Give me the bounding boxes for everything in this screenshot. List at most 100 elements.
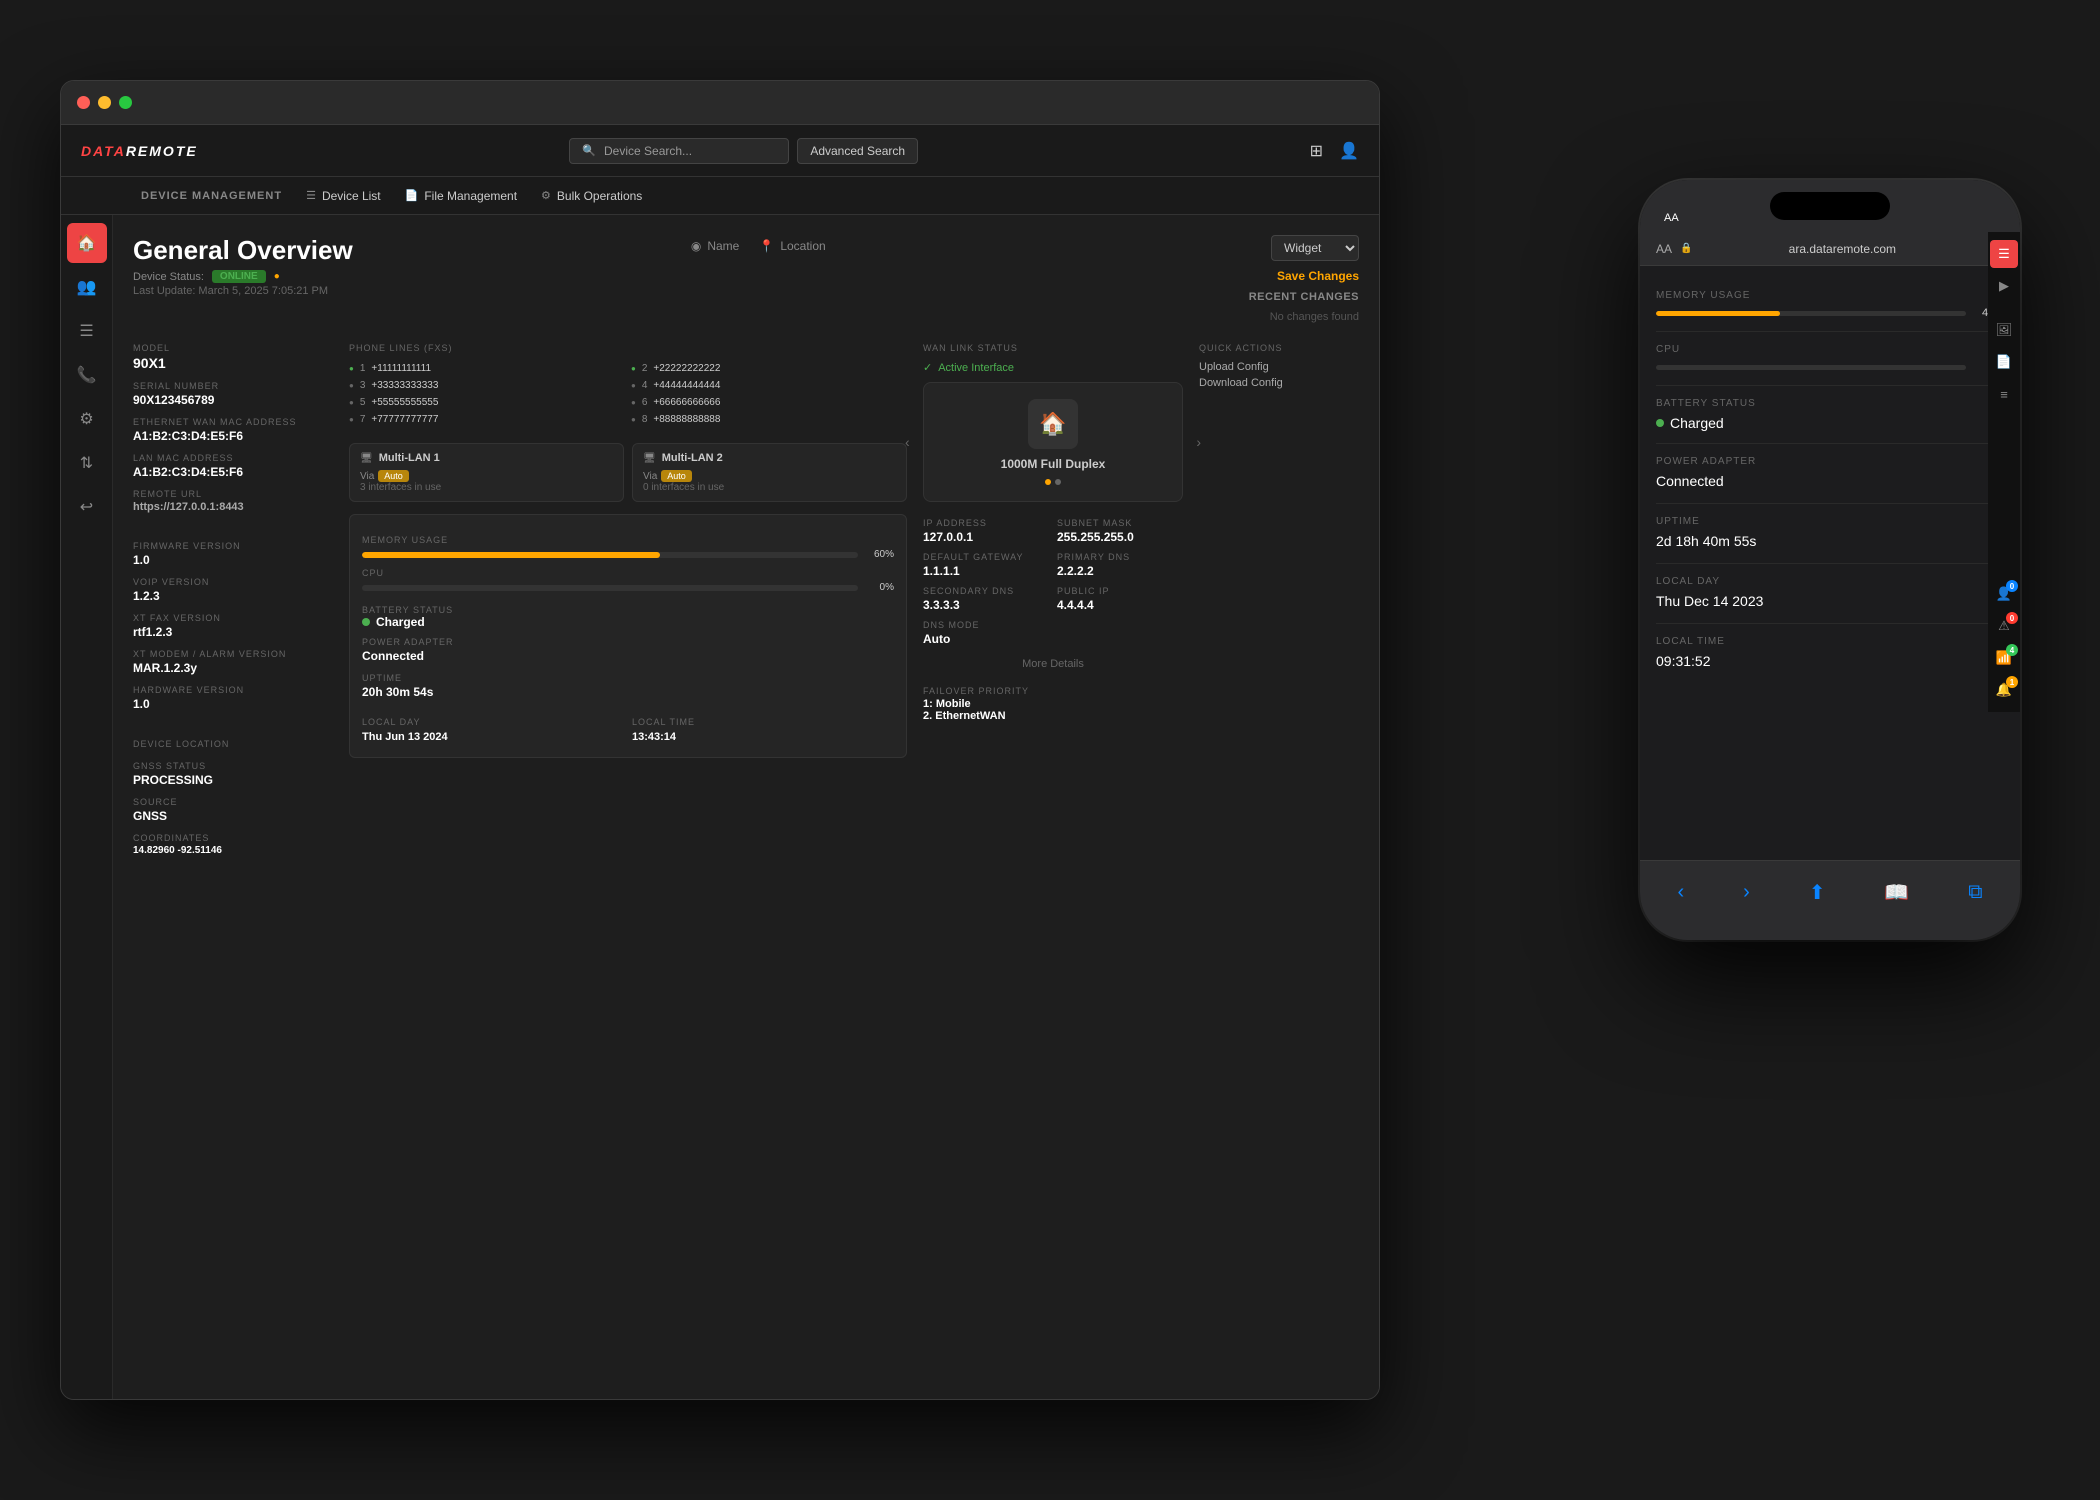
iphone-lock-icon: 🔒 bbox=[1680, 243, 1692, 254]
checkmark-icon: ✓ bbox=[923, 361, 932, 374]
minimize-button[interactable] bbox=[98, 96, 111, 109]
advanced-search-button[interactable]: Advanced Search bbox=[797, 138, 918, 164]
public-ip-value: 4.4.4.4 bbox=[1057, 598, 1183, 612]
iphone-aa: AA bbox=[1664, 212, 1679, 224]
multi-lan-1-box: 🖥 Multi-LAN 1 Via Auto 3 interfaces in u… bbox=[349, 443, 624, 502]
iphone-battery-value: Charged bbox=[1670, 415, 1724, 431]
iphone: AA AA 🔒 ara.dataremote.com ↻ ☰ ▶ 🖼 📄 ≡ 👤 bbox=[1640, 180, 2020, 940]
eth-wan-item: ETHERNET WAN MAC ADDRESS A1:B2:C3:D4:E5:… bbox=[133, 417, 333, 443]
iphone-battery-section: BATTERY STATUS Charged bbox=[1656, 386, 2004, 444]
multi-lan-1-icon: 🖥 bbox=[360, 453, 373, 464]
phone-dot-8: ● bbox=[631, 415, 636, 424]
sidebar-item-users[interactable]: 👥 bbox=[67, 267, 107, 307]
model-value: 90X1 bbox=[133, 355, 333, 371]
eth-wan-label: ETHERNET WAN MAC ADDRESS bbox=[133, 417, 333, 427]
app-logo: dataremote bbox=[81, 143, 198, 159]
sidebar-item-settings[interactable]: ⚙ bbox=[67, 399, 107, 439]
side-panel-btn-wifi[interactable]: 📶 4 bbox=[1990, 644, 2018, 672]
eth-wan-value: A1:B2:C3:D4:E5:F6 bbox=[133, 429, 333, 443]
hardware-value: 1.0 bbox=[133, 697, 333, 711]
more-details-button[interactable]: More Details bbox=[923, 658, 1183, 670]
nav-item-device-list[interactable]: ☰ Device List bbox=[306, 189, 381, 203]
phone-line-5: ● 5 +55555555555 bbox=[349, 397, 625, 408]
nav-item-file-management[interactable]: 📄 File Management bbox=[405, 189, 517, 203]
sidebar-item-phone[interactable]: 📞 bbox=[67, 355, 107, 395]
side-panel-btn-photo[interactable]: 🖼 bbox=[1990, 316, 2018, 344]
nav-item-bulk-operations[interactable]: ⚙ Bulk Operations bbox=[541, 189, 642, 203]
phone-lines-section: PHONE LINES (FXS) ● 1 +11111111111 ● 2 bbox=[349, 343, 907, 425]
maximize-button[interactable] bbox=[119, 96, 132, 109]
download-config-button[interactable]: Download Config bbox=[1199, 377, 1283, 389]
iphone-tabs-button[interactable]: ⧉ bbox=[1968, 881, 1982, 904]
iphone-local-day-section: LOCAL DAY Thu Dec 14 2023 bbox=[1656, 564, 2004, 624]
lan-mac-item: LAN MAC ADDRESS A1:B2:C3:D4:E5:F6 bbox=[133, 453, 333, 479]
save-changes-button[interactable]: Save Changes bbox=[1277, 269, 1359, 283]
side-panel-btn-alert[interactable]: ⚠ 0 bbox=[1990, 612, 2018, 640]
side-panel-btn-user[interactable]: 👤 0 bbox=[1990, 580, 2018, 608]
iphone-aa-text: AA bbox=[1656, 242, 1672, 256]
search-icon: 🔍 bbox=[582, 144, 596, 157]
firmware-value: 1.0 bbox=[133, 553, 333, 567]
sidebar-item-transfer[interactable]: ⇅ bbox=[67, 443, 107, 483]
phone-line-3: ● 3 +33333333333 bbox=[349, 380, 625, 391]
grid-icon[interactable]: ⊞ bbox=[1310, 141, 1323, 161]
battery-value-row: Charged bbox=[362, 615, 894, 629]
power-value: Connected bbox=[362, 649, 424, 663]
subnet-item: SUBNET MASK 255.255.255.0 bbox=[1057, 518, 1183, 544]
iphone-uptime-section: UPTIME 2d 18h 40m 55s bbox=[1656, 504, 2004, 564]
iphone-tab-bar: ‹ › ⬆ 📖 ⧉ bbox=[1640, 860, 2020, 940]
iphone-url-bar[interactable]: AA 🔒 ara.dataremote.com ↻ bbox=[1640, 232, 2020, 266]
local-time-item: LOCAL TIME 13:43:14 bbox=[632, 717, 894, 745]
sidebar: 🏠 👥 ☰ 📞 ⚙ ⇅ ↩ bbox=[61, 215, 113, 1399]
phone-num-5: 5 bbox=[360, 397, 366, 408]
ip-item: IP ADDRESS 127.0.0.1 bbox=[923, 518, 1049, 544]
upload-config-button[interactable]: Upload Config bbox=[1199, 361, 1269, 373]
wan-next-button[interactable]: › bbox=[1196, 434, 1201, 450]
phone-num-1: 1 bbox=[360, 363, 366, 374]
wan-section: WAN LINK STATUS ✓ Active Interface ‹ 🏠 1… bbox=[923, 343, 1183, 856]
phone-val-7: +77777777777 bbox=[371, 414, 438, 425]
phone-dot-4: ● bbox=[631, 381, 636, 390]
active-interface-row: ✓ Active Interface bbox=[923, 361, 1183, 374]
iphone-bookmarks-button[interactable]: 📖 bbox=[1884, 880, 1909, 905]
side-panel-btn-file[interactable]: 📄 bbox=[1990, 348, 2018, 376]
bulk-ops-icon: ⚙ bbox=[541, 189, 551, 202]
phone-num-2: 2 bbox=[642, 363, 648, 374]
iphone-side-panel: ☰ ▶ 🖼 📄 ≡ 👤 0 ⚠ 0 📶 4 bbox=[1988, 232, 2020, 712]
iphone-back-button[interactable]: ‹ bbox=[1677, 881, 1684, 904]
status-dot: ● bbox=[274, 271, 280, 282]
page-actions: Widget Save Changes RECENT CHANGES No ch… bbox=[1249, 235, 1359, 323]
memory-bar-bg bbox=[362, 552, 858, 558]
side-panel-btn-active[interactable]: ☰ bbox=[1990, 240, 2018, 268]
dns2-item: SECONDARY DNS 3.3.3.3 bbox=[923, 586, 1049, 612]
close-button[interactable] bbox=[77, 96, 90, 109]
badge-red: 0 bbox=[2006, 612, 2018, 624]
wan-prev-button[interactable]: ‹ bbox=[905, 434, 910, 450]
user-icon[interactable]: 👤 bbox=[1339, 141, 1359, 161]
phone-val-1: +11111111111 bbox=[371, 363, 431, 374]
side-panel-btn-layers[interactable]: ≡ bbox=[1990, 380, 2018, 408]
iphone-notch bbox=[1770, 192, 1890, 220]
multi-lan-2-count: 0 interfaces in use bbox=[643, 482, 896, 493]
multi-lan-1-count: 3 interfaces in use bbox=[360, 482, 613, 493]
sidebar-item-menu[interactable]: ☰ bbox=[67, 311, 107, 351]
phone-num-7: 7 bbox=[360, 414, 366, 425]
iphone-local-day-value: Thu Dec 14 2023 bbox=[1656, 593, 1763, 609]
side-panel-btn-play[interactable]: ▶ bbox=[1990, 272, 2018, 300]
iphone-share-button[interactable]: ⬆ bbox=[1809, 880, 1826, 905]
side-panel-btn-notify[interactable]: 🔔 1 bbox=[1990, 676, 2018, 704]
iphone-memory-section: MEMORY USAGE 40% bbox=[1656, 278, 2004, 332]
battery-label: BATTERY STATUS bbox=[362, 605, 894, 615]
sidebar-item-home[interactable]: 🏠 bbox=[67, 223, 107, 263]
sidebar-item-history[interactable]: ↩ bbox=[67, 487, 107, 527]
voip-value: 1.2.3 bbox=[133, 589, 333, 603]
iphone-local-time-label: LOCAL TIME bbox=[1656, 636, 2004, 647]
iphone-forward-button[interactable]: › bbox=[1743, 881, 1750, 904]
cpu-bar-bg bbox=[362, 585, 858, 591]
device-search-box[interactable]: 🔍 Device Search... bbox=[569, 138, 789, 164]
iphone-uptime-label: UPTIME bbox=[1656, 516, 2004, 527]
dns1-item: PRIMARY DNS 2.2.2.2 bbox=[1057, 552, 1183, 578]
widget-select[interactable]: Widget bbox=[1271, 235, 1359, 261]
logo-accent: data bbox=[81, 143, 126, 159]
page-title: General Overview bbox=[133, 235, 691, 266]
